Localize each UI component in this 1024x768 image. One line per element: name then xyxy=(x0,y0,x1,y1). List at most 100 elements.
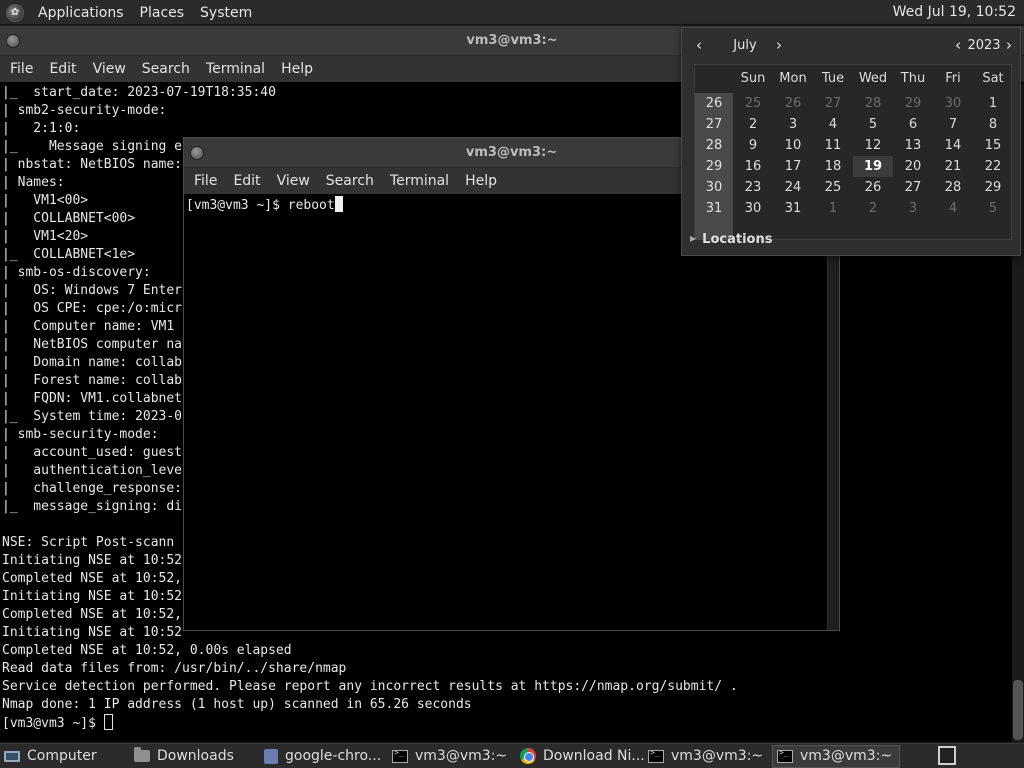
calendar-day[interactable]: 28 xyxy=(933,177,973,198)
calendar-day[interactable]: 8 xyxy=(973,114,1013,135)
locations-expander[interactable]: ▶ Locations xyxy=(690,230,772,248)
calendar-day[interactable]: 24 xyxy=(773,177,813,198)
month-label: July xyxy=(733,38,757,53)
calendar-week-row: 28 9 10 11 12 13 14 15 xyxy=(695,135,1013,156)
text-cursor xyxy=(103,714,113,730)
taskbar-item-label: vm3@vm3:~ xyxy=(800,748,893,764)
show-desktop-icon[interactable] xyxy=(938,746,956,765)
weekday-label: Wed xyxy=(858,71,888,86)
calendar-day[interactable]: 25 xyxy=(813,177,853,198)
calendar-day[interactable]: 3 xyxy=(893,198,933,219)
taskbar-item[interactable]: google-chro... xyxy=(260,745,388,768)
menu-view[interactable]: View xyxy=(85,61,134,77)
calendar-day[interactable]: 4 xyxy=(813,114,853,135)
system-menu[interactable]: System xyxy=(194,5,258,21)
menu-terminal[interactable]: Terminal xyxy=(382,173,457,189)
typed-command: reboot xyxy=(287,198,335,213)
taskbar-item[interactable]: vm3@vm3:~ xyxy=(772,744,900,768)
calendar-week-row: 30 23 24 25 26 27 28 29 xyxy=(695,177,1013,198)
menu-help[interactable]: Help xyxy=(273,61,321,77)
calendar-day[interactable]: 20 xyxy=(893,156,933,177)
week-number: 26 xyxy=(705,96,723,111)
gnome-foot-icon[interactable]: ✿ xyxy=(6,3,24,22)
menu-file[interactable]: File xyxy=(186,173,225,189)
calendar-day[interactable]: 30 xyxy=(733,198,773,219)
calendar-day[interactable]: 2 xyxy=(853,198,893,219)
top-panel: ✿ Applications Places System Wed Jul 19,… xyxy=(0,0,1024,25)
menu-edit[interactable]: Edit xyxy=(41,61,84,77)
calendar-day[interactable]: 10 xyxy=(773,135,813,156)
calendar-day[interactable]: 14 xyxy=(933,135,973,156)
calendar-day[interactable]: 17 xyxy=(773,156,813,177)
taskbar-item-label: vm3@vm3:~ xyxy=(671,748,764,764)
calendar-day[interactable]: 26 xyxy=(853,177,893,198)
calendar-day[interactable]: 15 xyxy=(973,135,1013,156)
calendar-day[interactable]: 31 xyxy=(773,198,813,219)
terminal-line: Completed NSE at 10:52, 0.00s elapsed xyxy=(2,643,292,658)
weekday-label: Sat xyxy=(982,71,1004,86)
taskbar-item[interactable]: Downloads xyxy=(130,745,260,768)
calendar-day[interactable]: 13 xyxy=(893,135,933,156)
scrollbar-thumb[interactable] xyxy=(1013,680,1023,740)
calendar-day[interactable]: 27 xyxy=(893,177,933,198)
terminal-icon xyxy=(777,748,793,763)
calendar-day[interactable]: 11 xyxy=(813,135,853,156)
week-number: 28 xyxy=(705,138,723,153)
menu-edit[interactable]: Edit xyxy=(225,173,268,189)
taskbar-item[interactable]: vm3@vm3:~ xyxy=(388,745,516,768)
menu-file[interactable]: File xyxy=(2,61,41,77)
calendar-day[interactable]: 5 xyxy=(853,114,893,135)
menu-terminal[interactable]: Terminal xyxy=(198,61,273,77)
next-month-icon[interactable]: › xyxy=(772,36,786,56)
menu-search[interactable]: Search xyxy=(134,61,198,77)
top-menus: ✿ Applications Places System xyxy=(6,0,258,25)
calendar-day[interactable]: 12 xyxy=(853,135,893,156)
calendar-day[interactable]: 29 xyxy=(973,177,1013,198)
prev-year-icon[interactable]: ‹ xyxy=(951,36,965,56)
calendar-day[interactable]: 22 xyxy=(973,156,1013,177)
menu-help[interactable]: Help xyxy=(457,173,505,189)
calendar-day[interactable]: 25 xyxy=(733,93,773,114)
calendar-day[interactable]: 9 xyxy=(733,135,773,156)
calendar-day[interactable]: 18 xyxy=(813,156,853,177)
calendar-day[interactable]: 29 xyxy=(893,93,933,114)
calendar-day[interactable]: 30 xyxy=(933,93,973,114)
calendar-day[interactable]: 23 xyxy=(733,177,773,198)
terminal-line: Service detection performed. Please repo… xyxy=(2,679,738,694)
week-number: 27 xyxy=(705,117,723,132)
prev-month-icon[interactable]: ‹ xyxy=(692,36,706,56)
next-year-icon[interactable]: › xyxy=(1002,36,1016,56)
calendar-day-today[interactable]: 19 xyxy=(853,156,893,177)
menu-view[interactable]: View xyxy=(269,173,318,189)
calendar-day[interactable]: 16 xyxy=(733,156,773,177)
terminal-scrollbar[interactable] xyxy=(827,196,839,630)
bottom-panel: Computer Downloads google-chro... vm3@vm3:~… xyxy=(0,743,1024,768)
terminal-output[interactable]: [vm3@vm3 ~]$ reboot xyxy=(184,196,839,630)
terminal-icon xyxy=(648,748,664,763)
calendar-day[interactable]: 5 xyxy=(973,198,1013,219)
calendar-day[interactable]: 7 xyxy=(933,114,973,135)
calendar-day[interactable]: 27 xyxy=(813,93,853,114)
taskbar-item[interactable]: Download Ni... xyxy=(516,745,644,768)
panel-clock[interactable]: Wed Jul 19, 10:52 xyxy=(889,0,1020,25)
taskbar-item[interactable]: vm3@vm3:~ xyxy=(644,745,772,768)
calendar-day[interactable]: 3 xyxy=(773,114,813,135)
calendar-day[interactable]: 6 xyxy=(893,114,933,135)
calendar-day[interactable]: 4 xyxy=(933,198,973,219)
calendar-week-row: 31 30 31 1 2 3 4 5 xyxy=(695,198,1013,219)
calendar-day[interactable]: 26 xyxy=(773,93,813,114)
calendar-day[interactable]: 21 xyxy=(933,156,973,177)
calendar-day[interactable]: 1 xyxy=(813,198,853,219)
calendar-day[interactable]: 2 xyxy=(733,114,773,135)
taskbar-item-label: Download Ni... xyxy=(543,748,644,764)
text-cursor xyxy=(334,196,343,212)
locations-label: Locations xyxy=(702,232,773,247)
weekday-label: Sun xyxy=(740,71,766,86)
taskbar-item[interactable]: Computer xyxy=(0,745,130,768)
calendar-day[interactable]: 1 xyxy=(973,93,1013,114)
calendar-week-row: 27 2 3 4 5 6 7 8 xyxy=(695,114,1013,135)
calendar-day[interactable]: 28 xyxy=(853,93,893,114)
applications-menu[interactable]: Applications xyxy=(32,5,130,21)
places-menu[interactable]: Places xyxy=(134,5,191,21)
menu-search[interactable]: Search xyxy=(318,173,382,189)
